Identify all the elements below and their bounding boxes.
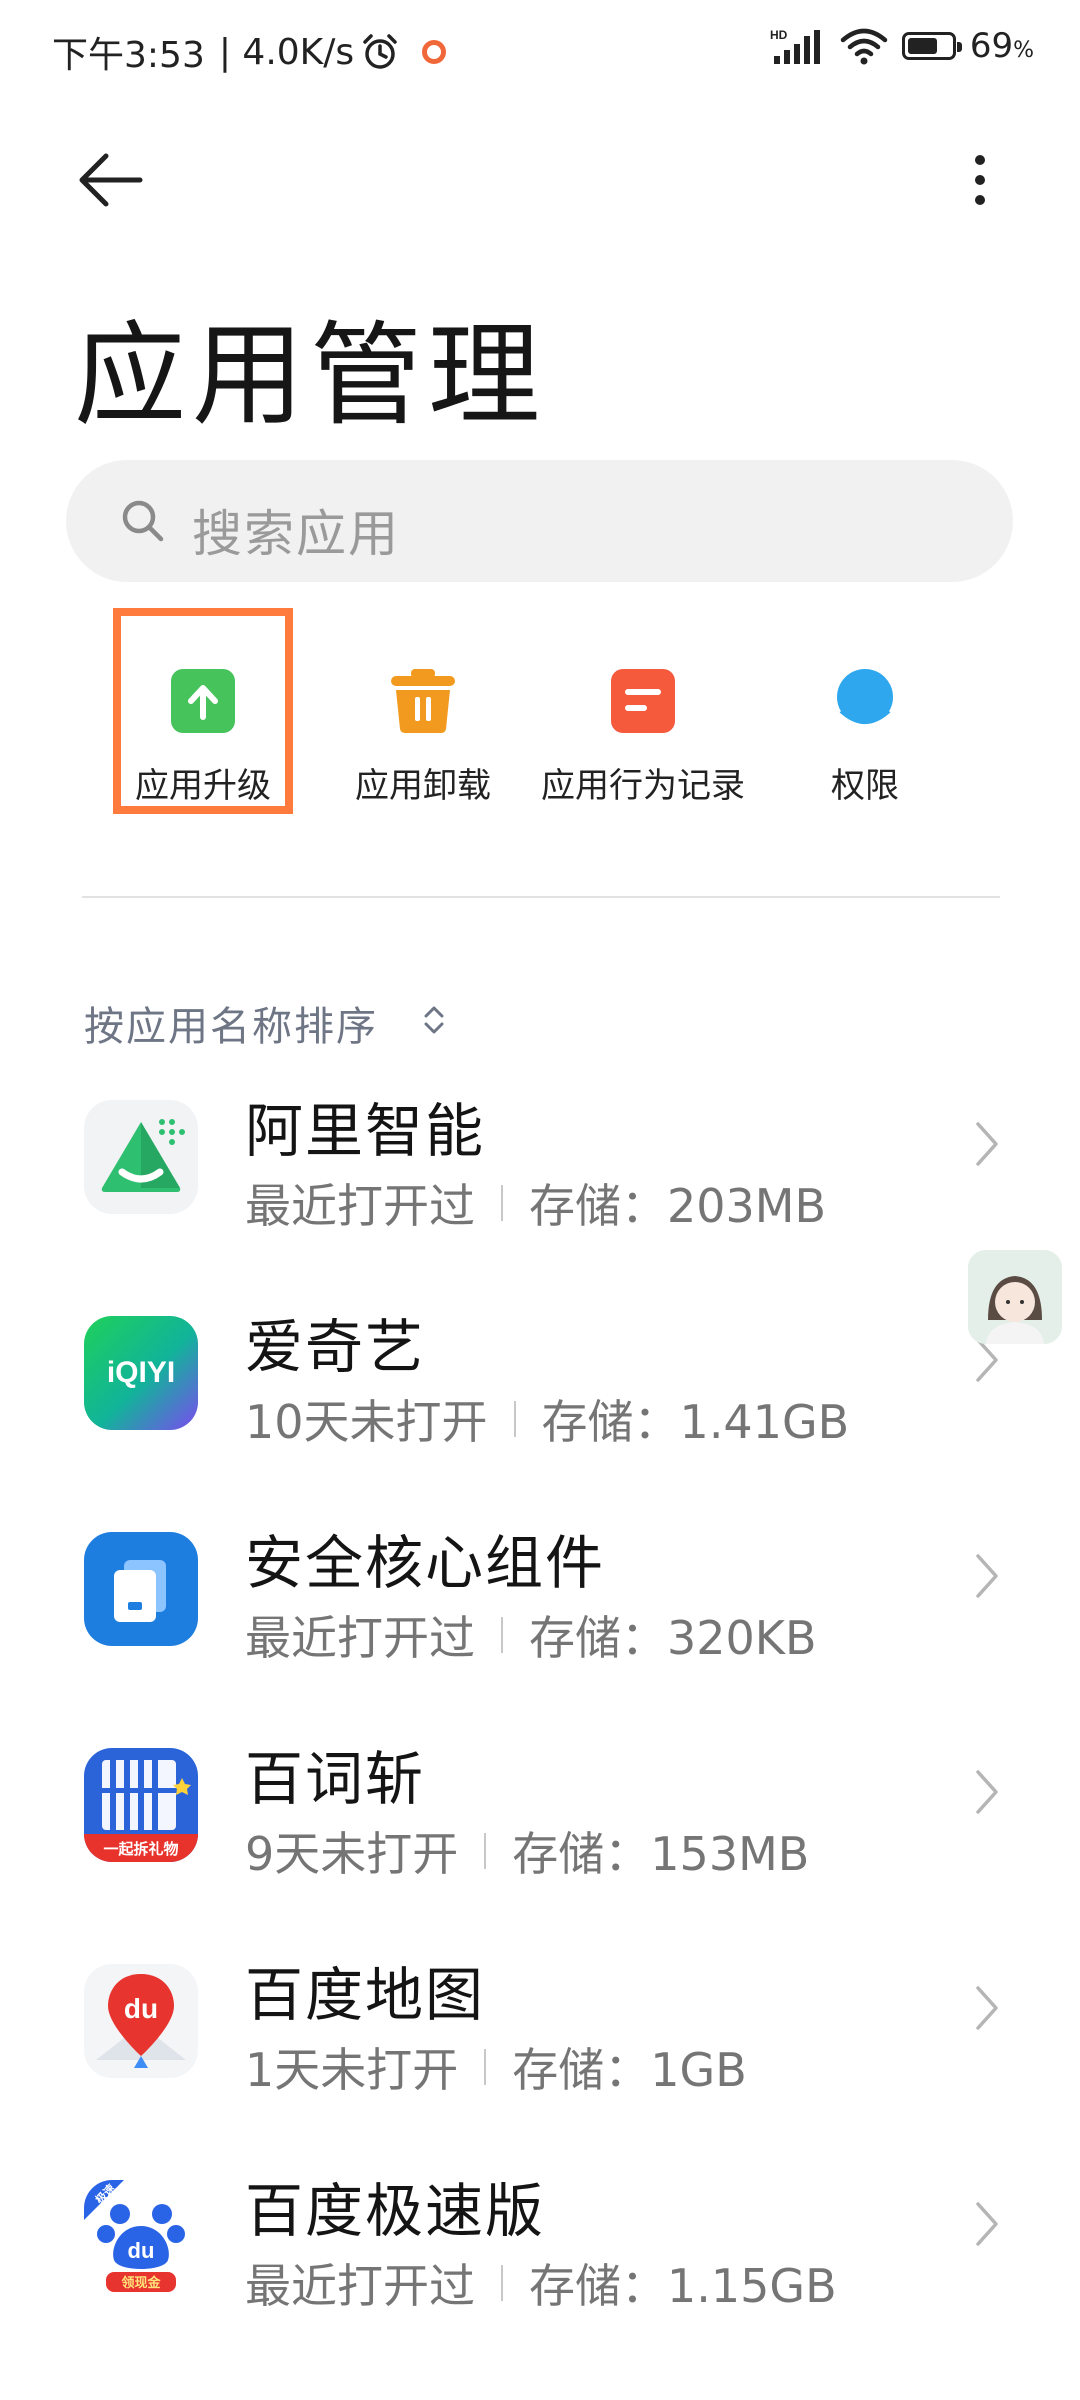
app-name: 安全核心组件 xyxy=(245,1529,606,1597)
app-list-item[interactable]: 安全核心组件 最近打开过 存储：320KB xyxy=(0,1502,1080,1718)
app-name: 百度地图 xyxy=(245,1961,486,2029)
meta-separator xyxy=(513,1401,516,1437)
chevron-right-icon xyxy=(976,2202,998,2246)
behavior-record-icon xyxy=(611,669,675,733)
baidu-lite-icon-text: du xyxy=(128,2238,155,2263)
shortcut-behavior-record[interactable]: 应用行为记录 xyxy=(523,655,763,825)
baicizhan-app-icon: 一起拆礼物 xyxy=(84,1748,198,1862)
divider xyxy=(82,896,1000,898)
app-meta: 1天未打开 存储：1GB xyxy=(245,2034,747,2100)
chevron-right-icon xyxy=(976,1554,998,1598)
more-vertical-icon[interactable] xyxy=(960,150,1000,210)
app-name: 爱奇艺 xyxy=(245,1313,426,1381)
app-list-item[interactable]: 一起拆礼物 百词斩 9天未打开 存储：153MB xyxy=(0,1718,1080,1934)
status-bar: 下午3:53 | 4.0K/s HD 69% xyxy=(0,0,1080,104)
baidu-lite-icon-badge: 领现金 xyxy=(121,2275,161,2291)
baidu-map-icon-text: du xyxy=(124,1993,158,2024)
shortcut-label: 应用卸载 xyxy=(355,766,491,806)
meta-separator xyxy=(501,1185,503,1221)
app-last-used: 1天未打开 xyxy=(245,2043,459,2097)
app-storage: 存储：1.41GB xyxy=(541,1395,850,1449)
app-list-item[interactable]: 阿里智能 最近打开过 存储：203MB xyxy=(0,1070,1080,1286)
ali-smart-app-icon xyxy=(84,1100,198,1214)
signal-hd-label: HD xyxy=(770,28,788,42)
app-name: 百度极速版 xyxy=(245,2177,546,2245)
status-left: 下午3:53 | 4.0K/s xyxy=(52,26,447,78)
permission-icon xyxy=(837,669,893,731)
meta-separator xyxy=(501,1617,503,1653)
app-meta: 10天未打开 存储：1.41GB xyxy=(245,1386,849,1452)
battery-percent: 69% xyxy=(970,26,1034,66)
app-name: 百词斩 xyxy=(245,1745,426,1813)
sort-toggle-icon[interactable] xyxy=(422,1000,446,1040)
alarm-icon xyxy=(363,34,397,69)
baicizhan-icon-text: 一起拆礼物 xyxy=(103,1840,178,1858)
page-title: 应用管理 xyxy=(74,311,546,441)
app-last-used: 最近打开过 xyxy=(245,1179,475,1233)
app-meta: 最近打开过 存储：1.15GB xyxy=(245,2250,837,2316)
baidu-lite-app-icon: du 极速 领现金 xyxy=(84,2180,198,2294)
app-storage: 存储：1.15GB xyxy=(529,2259,837,2313)
chevron-right-icon xyxy=(976,1122,998,1166)
uninstall-trash-icon xyxy=(391,669,455,733)
shortcut-label: 权限 xyxy=(831,766,899,806)
iqiyi-app-icon: iQIYI xyxy=(84,1316,198,1430)
battery-icon xyxy=(901,32,962,60)
highlight-box xyxy=(113,608,293,814)
battery-percent-value: 69 xyxy=(969,26,1014,66)
shortcut-uninstall[interactable]: 应用卸载 xyxy=(303,655,543,825)
back-arrow-icon[interactable] xyxy=(76,150,146,210)
sort-label[interactable]: 按应用名称排序 xyxy=(84,994,378,1052)
app-last-used: 10天未打开 xyxy=(245,1395,488,1449)
app-meta: 最近打开过 存储：320KB xyxy=(245,1602,817,1668)
shortcut-permission[interactable]: 权限 xyxy=(745,655,985,825)
baidu-map-app-icon: du xyxy=(84,1964,198,2078)
recording-dot-icon xyxy=(422,40,447,64)
meta-separator xyxy=(484,2049,487,2085)
app-storage: 存储：153MB xyxy=(512,1827,810,1881)
app-last-used: 最近打开过 xyxy=(245,1611,475,1665)
chevron-right-icon xyxy=(976,1986,998,2030)
security-core-app-icon xyxy=(84,1532,198,1646)
app-storage: 存储：203MB xyxy=(529,1179,827,1233)
app-list-item[interactable]: du 极速 领现金 百度极速版 最近打开过 存储：1.15GB xyxy=(0,2150,1080,2366)
app-storage: 存储：320KB xyxy=(529,1611,817,1665)
floating-assistant-avatar[interactable] xyxy=(968,1250,1062,1344)
app-last-used: 9天未打开 xyxy=(245,1827,459,1881)
app-meta: 最近打开过 存储：203MB xyxy=(245,1170,826,1236)
iqiyi-icon-text: iQIYI xyxy=(107,1356,175,1389)
app-list-item[interactable]: du 百度地图 1天未打开 存储：1GB xyxy=(0,1934,1080,2150)
app-meta: 9天未打开 存储：153MB xyxy=(245,1818,809,1884)
status-right: HD 69% xyxy=(756,26,1034,66)
search-icon xyxy=(122,500,164,542)
app-list-item[interactable]: iQIYI 爱奇艺 10天未打开 存储：1.41GB xyxy=(0,1286,1080,1502)
chevron-right-icon xyxy=(976,1770,998,1814)
signal-icon: HD xyxy=(770,28,820,64)
app-last-used: 最近打开过 xyxy=(245,2259,475,2313)
battery-level xyxy=(907,38,937,54)
app-storage: 存储：1GB xyxy=(512,2043,747,2097)
status-net-speed: | 4.0K/s xyxy=(218,31,355,73)
app-name: 阿里智能 xyxy=(245,1097,486,1165)
battery-percent-unit: % xyxy=(1013,38,1034,63)
meta-separator xyxy=(501,2265,503,2301)
meta-separator xyxy=(484,1833,487,1869)
status-time: 下午3:53 xyxy=(52,35,205,76)
wifi-icon xyxy=(840,28,888,65)
search-placeholder: 搜索应用 xyxy=(192,505,400,563)
shortcut-label: 应用行为记录 xyxy=(541,766,745,806)
